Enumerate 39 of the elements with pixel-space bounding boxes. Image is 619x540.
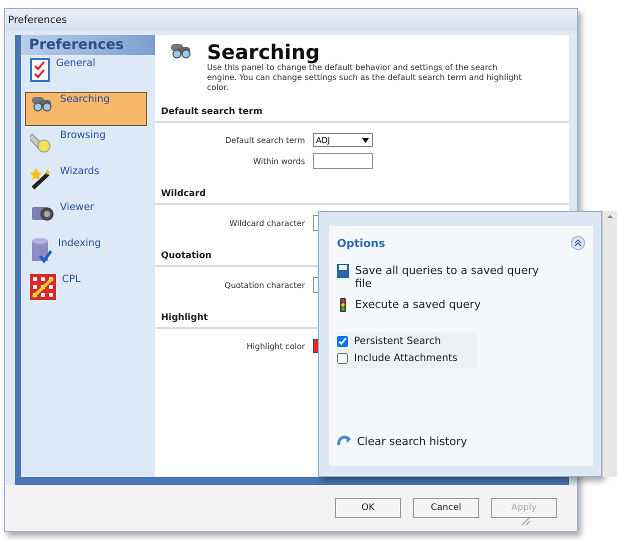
undo-arrow-icon xyxy=(337,435,351,447)
collapse-icon[interactable] xyxy=(571,236,585,250)
checkbox-option[interactable]: Persistent Search xyxy=(337,336,477,347)
section-heading: Default search term xyxy=(155,101,569,123)
grid-icon xyxy=(30,274,56,300)
scrollbar[interactable] xyxy=(602,211,617,477)
option-link[interactable]: Save all queries to a saved query file xyxy=(337,264,585,290)
sidebar-item[interactable]: Indexing xyxy=(25,236,147,270)
window-title: Preferences xyxy=(8,14,67,26)
sidebar-item[interactable]: Viewer xyxy=(25,200,147,234)
field-label: Within words xyxy=(252,156,305,166)
traffic-light-icon xyxy=(337,298,349,312)
panel-description: Use this panel to change the default behavior and settings of the search engine. You can change settings such as the default search term and highlight color. xyxy=(207,63,523,93)
field-label: Quotation character xyxy=(224,280,305,290)
binoculars-icon xyxy=(169,41,193,59)
sidebar-title: Preferences xyxy=(21,35,155,55)
sidebar-item[interactable]: Wizards xyxy=(25,164,147,198)
caret-icon xyxy=(362,138,369,142)
section-heading: Wildcard xyxy=(155,183,569,205)
field-label: Default search term xyxy=(224,136,305,144)
sidebar-item[interactable]: Searching xyxy=(25,92,147,126)
input-field[interactable] xyxy=(313,153,373,169)
option-link[interactable]: Clear search history xyxy=(337,435,585,448)
field-label: Highlight color xyxy=(246,342,305,350)
database-icon xyxy=(30,238,52,264)
checklist-icon xyxy=(30,58,50,82)
resize-grip-icon[interactable] xyxy=(521,516,531,526)
dialog-button[interactable]: Cancel xyxy=(413,498,479,518)
checkbox[interactable] xyxy=(337,353,348,364)
checkbox[interactable] xyxy=(337,336,348,347)
dropdown-field[interactable]: ADJ xyxy=(313,133,373,147)
checkbox-option[interactable]: Include Attachments xyxy=(337,353,477,364)
field-label: Wildcard character xyxy=(228,218,305,228)
sidebar-item[interactable]: Browsing xyxy=(25,128,147,162)
sidebar-item[interactable]: General xyxy=(25,56,147,90)
binoculars-icon xyxy=(30,94,54,112)
dialog-button[interactable]: OK xyxy=(335,498,401,518)
panel-title: Searching xyxy=(207,41,320,63)
sidebar-item[interactable]: CPL xyxy=(25,272,147,306)
